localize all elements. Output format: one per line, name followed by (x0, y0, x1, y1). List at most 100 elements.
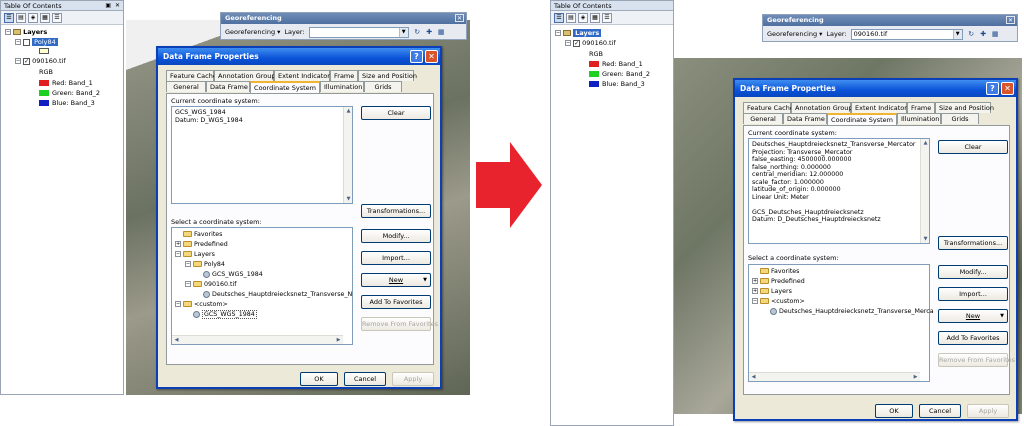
tab-feature-cache[interactable]: Feature Cache (166, 70, 217, 81)
list-by-drawing-order-icon[interactable]: ☰ (4, 13, 14, 23)
collapse-icon[interactable]: − (5, 29, 11, 35)
expand-icon[interactable]: + (175, 241, 181, 247)
tree-item[interactable]: Favorites (752, 267, 799, 276)
collapse-icon[interactable]: − (175, 251, 181, 257)
list-by-selection-icon[interactable]: ▦ (40, 13, 50, 23)
collapse-icon[interactable]: − (15, 58, 21, 64)
layer-name-090160[interactable]: 090160.tif (32, 57, 66, 65)
collapse-icon[interactable]: − (185, 281, 191, 287)
apply-button[interactable]: Apply (967, 404, 1009, 418)
tab-extent-indicators[interactable]: Extent Indicators (851, 102, 910, 113)
tree-item[interactable]: Favorites (175, 230, 222, 239)
georef-title-bar[interactable]: Georeferencing ✕ (763, 15, 1017, 26)
tab-grids[interactable]: Grids (941, 113, 979, 124)
rotate-icon[interactable]: ↻ (967, 30, 976, 39)
tab-data-frame[interactable]: Data Frame (206, 81, 250, 92)
layer-item-090160[interactable]: − ✓ 090160.tif (15, 57, 66, 66)
tree-item[interactable]: − <custom> (175, 300, 228, 309)
horizontal-scrollbar[interactable]: ◀ ▶ (172, 335, 343, 344)
new-button[interactable]: New ▼ (938, 309, 1008, 323)
options-icon[interactable]: ☰ (602, 13, 612, 23)
ok-button[interactable]: OK (300, 372, 338, 386)
tab-coordinate-system[interactable]: Coordinate System (827, 113, 897, 125)
layer-name-poly84[interactable]: Poly84 (32, 38, 58, 46)
tab-extent-indicators[interactable]: Extent Indicators (274, 70, 333, 81)
layer-name-090160[interactable]: 090160.tif (582, 39, 616, 47)
tab-size-and-position[interactable]: Size and Position (935, 102, 994, 113)
georef-title-bar[interactable]: Georeferencing ✕ (221, 13, 466, 24)
collapse-icon[interactable]: − (185, 261, 191, 267)
layers-root[interactable]: − Layers (555, 29, 602, 38)
vertical-scrollbar[interactable]: ▲ ▼ (920, 139, 929, 243)
tree-item[interactable]: − Layers (175, 250, 215, 259)
tree-item-label[interactable]: Deutsches_Hauptdreiecksnetz_Transverse_N (212, 291, 352, 298)
chevron-down-icon[interactable]: ▼ (398, 27, 408, 37)
dialog-title-bar[interactable]: Data Frame Properties ? ✕ (735, 80, 1016, 97)
scroll-down-icon[interactable]: ▼ (921, 236, 930, 242)
tab-annotation-groups[interactable]: Annotation Groups (214, 70, 279, 81)
tree-item[interactable]: GCS_WGS_1984 (195, 270, 263, 279)
tree-item-label[interactable]: Layers (194, 251, 215, 258)
scroll-down-icon[interactable]: ▼ (344, 196, 353, 202)
tree-item-label[interactable]: Poly84 (204, 261, 225, 268)
help-icon[interactable]: ? (986, 82, 999, 95)
list-by-source-icon[interactable]: ▤ (566, 13, 576, 23)
dialog-title-bar[interactable]: Data Frame Properties ? ✕ (158, 48, 440, 65)
tab-data-frame[interactable]: Data Frame (783, 113, 827, 124)
options-icon[interactable]: ☰ (52, 13, 62, 23)
scroll-up-icon[interactable]: ▲ (921, 140, 930, 146)
georef-menu[interactable]: Georeferencing ▾ (767, 30, 822, 38)
collapse-icon[interactable]: − (752, 298, 758, 304)
close-icon[interactable]: ✕ (1001, 82, 1014, 95)
layer-item-090160[interactable]: − ✓ 090160.tif (565, 39, 616, 48)
tree-item[interactable]: + Layers (752, 287, 792, 296)
help-icon[interactable]: ? (410, 50, 423, 63)
modify-button[interactable]: Modify... (938, 265, 1008, 279)
tree-item[interactable]: + Predefined (752, 277, 805, 286)
scroll-up-icon[interactable]: ▲ (344, 108, 353, 114)
tree-item[interactable]: − Poly84 (185, 260, 225, 269)
tree-item[interactable]: + Predefined (175, 240, 228, 249)
transformations-button[interactable]: Transformations... (361, 204, 431, 218)
scroll-left-icon[interactable]: ◀ (749, 374, 758, 380)
link-table-icon[interactable]: ▦ (991, 30, 1000, 39)
tab-grids[interactable]: Grids (364, 81, 402, 92)
transformations-button[interactable]: Transformations... (938, 236, 1008, 250)
tab-illumination[interactable]: Illumination (897, 113, 941, 124)
chevron-down-icon[interactable]: ▼ (952, 29, 962, 39)
tab-size-and-position[interactable]: Size and Position (358, 70, 417, 81)
add-control-points-icon[interactable]: ✚ (425, 28, 434, 37)
list-by-visibility-icon[interactable]: ◈ (578, 13, 588, 23)
layer-select[interactable]: ▼ (308, 26, 409, 38)
add-to-favorites-button[interactable]: Add To Favorites (938, 331, 1008, 345)
close-icon[interactable]: ✕ (1006, 16, 1015, 24)
tab-feature-cache[interactable]: Feature Cache (743, 102, 794, 113)
tab-coordinate-system[interactable]: Coordinate System (250, 81, 320, 93)
layer-checkbox-poly84[interactable] (23, 38, 31, 46)
tree-item[interactable]: − <custom> (752, 297, 805, 306)
collapse-icon[interactable]: − (565, 40, 571, 46)
tree-item[interactable]: Deutsches_Hauptdreiecksnetz_Transverse_N (195, 290, 352, 299)
clear-button[interactable]: Clear (938, 140, 1008, 154)
tree-item-label[interactable]: GCS_WGS_1984 (202, 310, 257, 319)
layer-item-poly84[interactable]: − Poly84 (15, 38, 58, 47)
pin-icon[interactable]: ▣ (105, 2, 111, 10)
collapse-icon[interactable]: − (15, 39, 21, 45)
remove-from-favorites-button[interactable]: Remove From Favorites (938, 353, 1015, 367)
tab-illumination[interactable]: Illumination (320, 81, 364, 92)
collapse-icon[interactable]: − (175, 301, 181, 307)
close-icon[interactable]: ✕ (425, 50, 438, 63)
list-by-selection-icon[interactable]: ▦ (590, 13, 600, 23)
link-table-icon[interactable]: ▦ (437, 28, 446, 37)
ok-button[interactable]: OK (875, 404, 913, 418)
tree-item-label[interactable]: Predefined (194, 241, 228, 248)
cancel-button[interactable]: Cancel (344, 372, 386, 386)
tab-annotation-groups[interactable]: Annotation Groups (791, 102, 856, 113)
list-by-visibility-icon[interactable]: ◈ (28, 13, 38, 23)
layer-select[interactable]: 090160.tif ▼ (850, 28, 963, 40)
tree-item-label[interactable]: Deutsches_Hauptdreiecksnetz_Transverse_M… (779, 308, 934, 315)
cancel-button[interactable]: Cancel (919, 404, 961, 418)
close-icon[interactable]: ✕ (115, 2, 120, 10)
new-button[interactable]: New ▼ (361, 273, 431, 287)
scroll-left-icon[interactable]: ◀ (172, 337, 181, 343)
